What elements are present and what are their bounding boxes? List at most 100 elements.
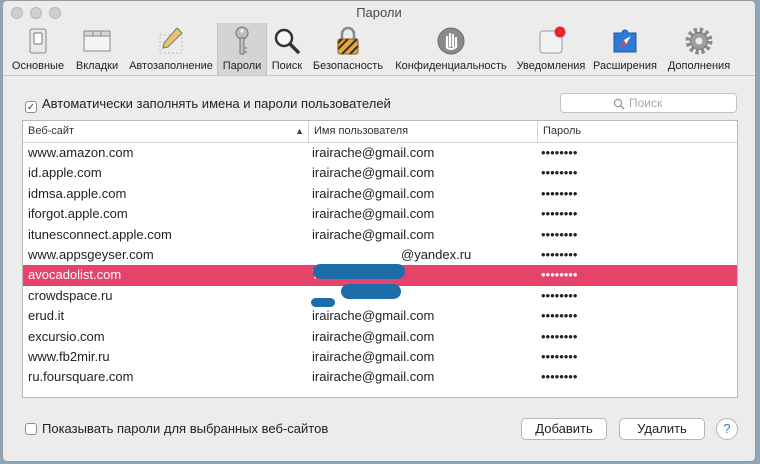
cell-password: ••••••••	[541, 308, 578, 324]
notification-icon	[539, 26, 566, 54]
cell-user: irairache@gmail.com	[312, 226, 435, 242]
column-header-password[interactable]: Пароль	[537, 121, 737, 142]
table-row[interactable]: www.fb2mir.ru irairache@gmail.com ••••••••	[23, 347, 737, 368]
tab-advanced[interactable]: Дополнения	[661, 23, 737, 75]
magnifier-icon	[274, 28, 300, 54]
cell-password: ••••••••	[541, 349, 578, 364]
cell-user: irairache@gmail.com	[312, 165, 435, 181]
table-row[interactable]: excursio.com irairache@gmail.com ••••••••	[23, 327, 737, 348]
redaction-mark	[311, 298, 335, 307]
cell-site: www.appsgeyser.com	[28, 247, 154, 262]
tab-passwords[interactable]: Пароли	[217, 23, 267, 75]
column-header-password-label: Пароль	[543, 125, 582, 137]
hand-icon	[437, 27, 465, 55]
key-icon	[235, 26, 249, 55]
tab-search-label: Поиск	[271, 60, 303, 72]
cell-user: irairache@gmail.com	[312, 349, 435, 364]
redaction-mark	[313, 264, 405, 279]
cell-password: ••••••••	[541, 328, 578, 344]
help-button[interactable]: ?	[716, 418, 738, 440]
cell-site: idmsa.apple.com	[28, 185, 127, 201]
table-row[interactable]: id.apple.com irairache@gmail.com ••••••••	[23, 163, 737, 184]
cell-user: @yandex.ru	[401, 247, 472, 262]
switch-icon	[29, 28, 47, 54]
padlock-icon	[337, 26, 359, 55]
tab-general[interactable]: Основные	[7, 23, 69, 75]
table-row[interactable]: iforgot.apple.com irairache@gmail.com ••••…	[23, 204, 737, 225]
table-row[interactable]: itunesconnect.apple.com irairache@gmail.c…	[23, 225, 737, 246]
table-header: Веб-сайт ▲ Имя пользователя Пароль	[23, 121, 737, 143]
search-placeholder: Поиск	[629, 96, 663, 110]
show-passwords-row[interactable]: Показывать пароли для выбранных веб-сайт…	[25, 421, 328, 436]
table-row[interactable]: erud.it irairache@gmail.com ••••••••	[23, 306, 737, 327]
column-header-user[interactable]: Имя пользователя	[308, 121, 537, 142]
cell-password: ••••••••	[541, 185, 578, 201]
cell-site: crowdspace.ru	[28, 287, 113, 303]
table-row[interactable]: ru.foursquare.com irairache@gmail.com ••••…	[23, 367, 737, 388]
cell-user: irairache@gmail.com	[312, 206, 435, 222]
tab-advanced-label: Дополнения	[667, 60, 731, 72]
preferences-toolbar: Основные Вкладки Автозаполнение Пароли П…	[3, 23, 755, 76]
cell-site: itunesconnect.apple.com	[28, 226, 172, 242]
cell-site: id.apple.com	[28, 165, 102, 181]
table-row[interactable]: www.amazon.com irairache@gmail.com •••••••…	[23, 143, 737, 164]
preferences-window: Пароли Основные Вкладки Автозаполнение П…	[2, 0, 756, 462]
cell-user: irairache@gmail.com	[312, 369, 435, 385]
tab-passwords-label: Пароли	[222, 60, 262, 72]
tab-extensions-label: Расширения	[593, 60, 657, 72]
tab-notifications[interactable]: Уведомления	[513, 23, 589, 75]
autofill-label: Автоматически заполнять имена и пароли п…	[42, 96, 391, 111]
cell-user: irairache@gmail.com	[312, 185, 435, 201]
tab-autofill[interactable]: Автозаполнение	[125, 23, 217, 75]
cell-site: www.amazon.com	[28, 145, 134, 160]
table-row[interactable]: idmsa.apple.com irairache@gmail.com ••••••…	[23, 184, 737, 205]
tab-tabs-label: Вкладки	[75, 60, 119, 72]
cell-site: erud.it	[28, 308, 65, 324]
column-header-site[interactable]: Веб-сайт ▲	[23, 121, 308, 142]
column-header-user-label: Имя пользователя	[314, 125, 409, 137]
tab-general-label: Основные	[11, 60, 65, 72]
table-row[interactable]: www.appsgeyser.com @yandex.ru ••••••••	[23, 245, 737, 266]
window-title: Пароли	[356, 5, 402, 20]
tab-autofill-label: Автозаполнение	[129, 60, 213, 72]
autofill-checkbox-row[interactable]: ✓ Автоматически заполнять имена и пароли …	[25, 96, 391, 113]
cell-site: avocadolist.com	[28, 267, 122, 283]
close-window-button[interactable]	[11, 7, 23, 19]
zoom-window-button[interactable]	[49, 7, 61, 19]
minimize-window-button[interactable]	[30, 7, 42, 19]
cell-password: ••••••••	[541, 369, 578, 385]
cell-password: ••••••••	[541, 165, 578, 181]
gear-icon	[685, 27, 713, 55]
cell-password: ••••••••	[541, 206, 578, 222]
tab-search[interactable]: Поиск	[267, 23, 307, 75]
add-button[interactable]: Добавить	[521, 418, 607, 440]
cell-user: irairache@gmail.com	[312, 308, 435, 324]
show-passwords-label: Показывать пароли для выбранных веб-сайт…	[42, 421, 329, 436]
passwords-table: Веб-сайт ▲ Имя пользователя Пароль www.a…	[22, 120, 738, 398]
search-field[interactable]: Поиск	[560, 93, 737, 113]
cell-password: ••••••••	[541, 267, 578, 283]
autofill-checkbox[interactable]: ✓	[25, 101, 37, 113]
cell-password: ••••••••	[541, 145, 578, 160]
tab-extensions[interactable]: Расширения	[589, 23, 661, 75]
tab-security-label: Безопасность	[312, 60, 384, 72]
cell-user: irairache@gmail.com	[312, 328, 435, 344]
title-bar: Пароли	[3, 1, 755, 25]
cell-password: ••••••••	[541, 287, 578, 303]
cell-password: ••••••••	[541, 247, 578, 262]
tab-tabs[interactable]: Вкладки	[69, 23, 125, 75]
tab-security[interactable]: Безопасность	[307, 23, 389, 75]
remove-button[interactable]: Удалить	[619, 418, 705, 440]
show-passwords-checkbox[interactable]	[25, 423, 37, 435]
cell-password: ••••••••	[541, 226, 578, 242]
search-icon	[613, 98, 625, 110]
tabs-icon	[83, 30, 111, 52]
tab-notifications-label: Уведомления	[516, 60, 586, 72]
tab-privacy[interactable]: Конфиденциальность	[389, 23, 513, 75]
cell-user: irairache@gmail.com	[312, 145, 435, 160]
cell-site: iforgot.apple.com	[28, 206, 128, 222]
cell-site: excursio.com	[28, 328, 105, 344]
cell-site: www.fb2mir.ru	[28, 349, 110, 364]
tab-privacy-label: Конфиденциальность	[395, 60, 507, 72]
puzzle-compass-icon	[613, 29, 637, 53]
